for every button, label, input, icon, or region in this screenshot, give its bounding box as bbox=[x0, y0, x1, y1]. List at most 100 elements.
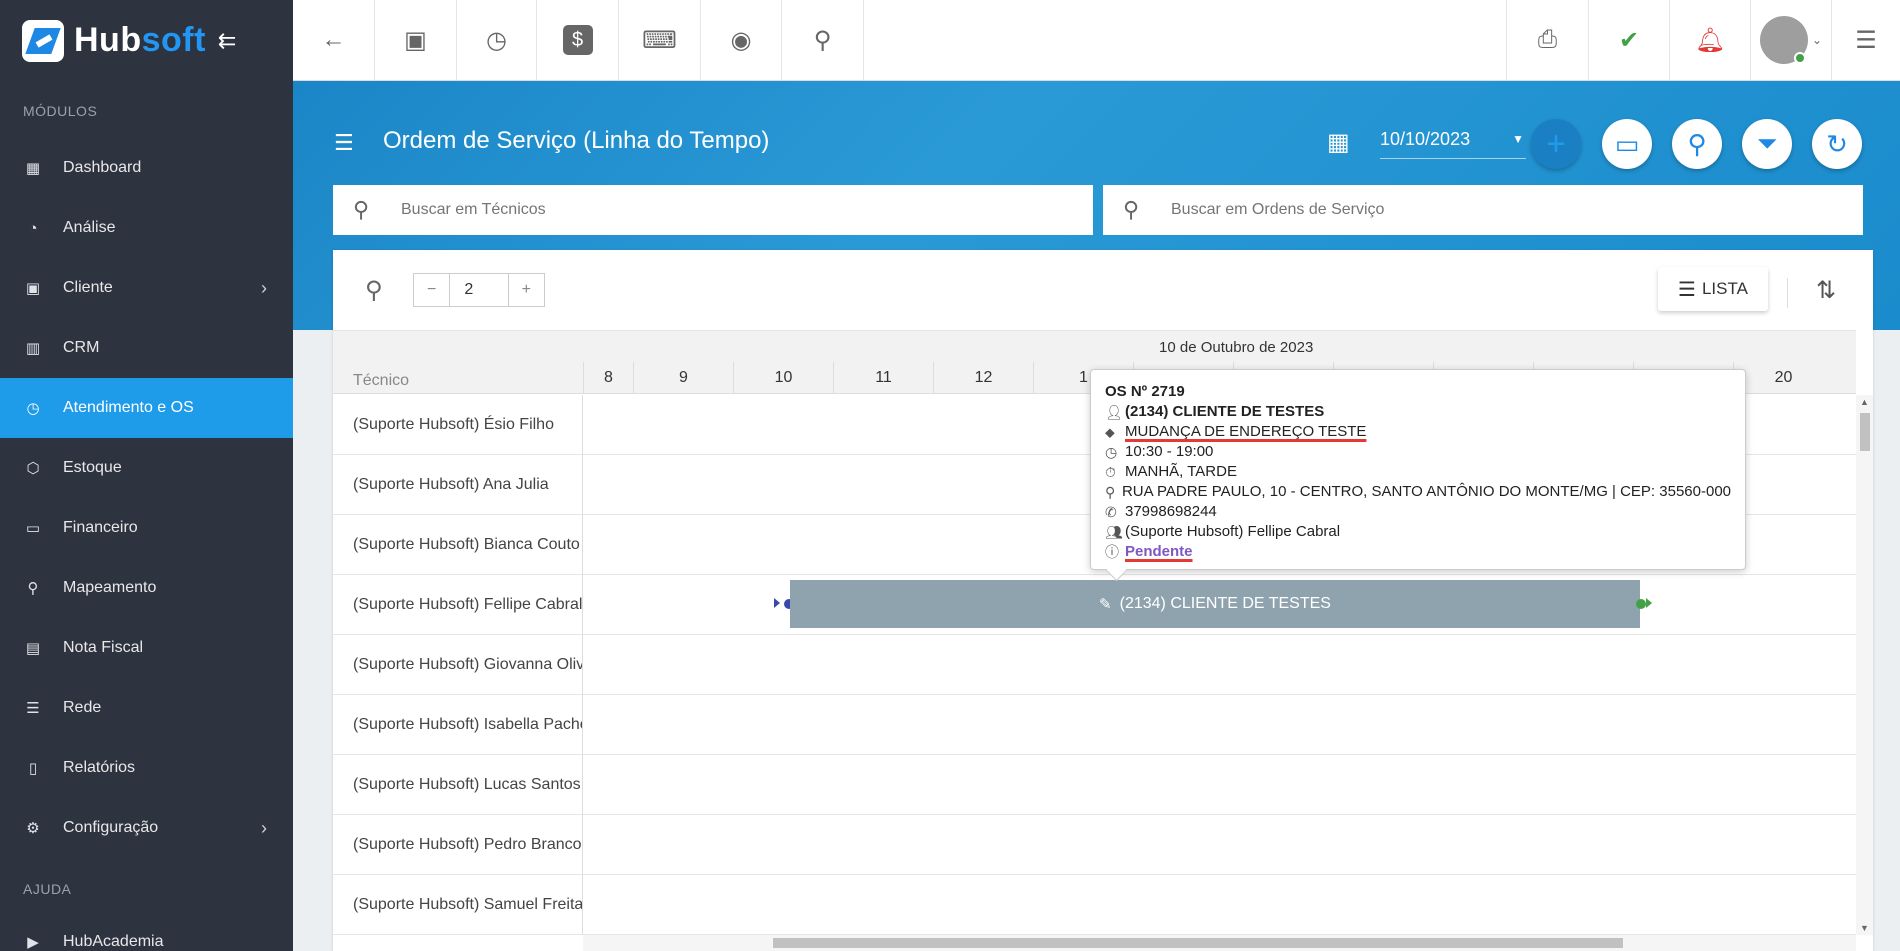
calendar-clock-icon: ◷ bbox=[26, 400, 40, 417]
hour-tick-label: 8 bbox=[583, 362, 633, 394]
back-arrow-icon: ← bbox=[321, 26, 346, 53]
tooltip-phone-line: ✆ 37998698244 bbox=[1105, 502, 1731, 522]
chat-button[interactable]: ✔ bbox=[1588, 0, 1669, 80]
timeline-row[interactable]: (Suporte Hubsoft) Lucas Santos bbox=[333, 755, 1856, 815]
logo[interactable]: Hubsoft ⇇ bbox=[0, 0, 293, 81]
search-fab-button[interactable]: ⚲ bbox=[1672, 119, 1722, 169]
gear-icon: ⚙ bbox=[26, 820, 40, 837]
topbar: ← ▣ ◷ $ ⌨ ◉ ⚲ ⎙ ✔ 🔔︎ ⌄ ☰ bbox=[293, 0, 1900, 81]
timeline-event[interactable]: ✎ (2134) CLIENTE DE TESTES bbox=[790, 580, 1640, 628]
tooltip-status-line: ⓘ Pendente bbox=[1105, 542, 1731, 562]
calendar-icon[interactable]: ▦ bbox=[1327, 128, 1351, 156]
date-picker-field[interactable]: 10/10/2023 ▼ bbox=[1380, 123, 1526, 159]
sidebar-item-label: Financeiro bbox=[63, 519, 138, 536]
clock-icon: ◷ bbox=[1105, 444, 1118, 460]
scroll-down-icon[interactable]: ▼ bbox=[1860, 923, 1869, 933]
sidebar-item-label: Relatórios bbox=[63, 759, 136, 776]
tooltip-os-number: OS Nº 2719 bbox=[1105, 383, 1185, 400]
hubsoft-logo-icon bbox=[22, 19, 64, 62]
sidebar: Hubsoft ⇇ MÓDULOS ▦ Dashboard ◔ Análise … bbox=[0, 0, 293, 951]
tecnico-name: (Suporte Hubsoft) Isabella Pache bbox=[333, 695, 583, 755]
decrement-button[interactable]: − bbox=[414, 274, 449, 306]
horizontal-scrollbar[interactable] bbox=[583, 935, 1856, 951]
date-value: 10/10/2023 bbox=[1380, 129, 1471, 149]
scroll-thumb[interactable] bbox=[773, 938, 1623, 948]
pdf-button[interactable]: ⎙ bbox=[1506, 0, 1588, 80]
notifications-button[interactable]: 🔔︎ bbox=[1669, 0, 1750, 80]
timer-icon: ⏱ bbox=[1105, 464, 1116, 480]
increment-button[interactable]: + bbox=[509, 274, 544, 306]
sidebar-item-mapeamento[interactable]: ⚲ Mapeamento bbox=[0, 558, 293, 618]
sort-menu-icon[interactable]: ☰ bbox=[334, 130, 360, 155]
hour-tick-label: 12 bbox=[933, 362, 1033, 394]
sidebar-item-atendimento-os[interactable]: ◷ Atendimento e OS bbox=[0, 378, 293, 438]
timeline-row[interactable]: (Suporte Hubsoft) Pedro Branco bbox=[333, 815, 1856, 875]
phone-icon: ✆ bbox=[1105, 504, 1117, 520]
sidebar-item-cliente[interactable]: ▣ Cliente › bbox=[0, 258, 293, 318]
add-os-button[interactable]: + bbox=[1531, 119, 1581, 169]
refresh-button[interactable]: ↻ bbox=[1812, 119, 1862, 169]
lista-button[interactable]: ☰ LISTA bbox=[1658, 267, 1768, 311]
event-end-handle[interactable] bbox=[1636, 599, 1646, 609]
back-button[interactable]: ← bbox=[293, 0, 375, 80]
pie-chart-icon: ◔ bbox=[28, 219, 38, 237]
calendar-clock-icon: ◷ bbox=[486, 26, 507, 54]
tecnico-name: (Suporte Hubsoft) Giovanna Olive bbox=[333, 635, 583, 695]
sidebar-item-relatorios[interactable]: ▯ Relatórios bbox=[0, 738, 293, 798]
hour-tick-label: 11 bbox=[833, 362, 933, 394]
online-status-icon bbox=[1793, 52, 1806, 64]
search-tecnicos-input[interactable] bbox=[401, 201, 1009, 219]
timeline-row[interactable]: (Suporte Hubsoft) Giovanna Olive bbox=[333, 635, 1856, 695]
zoom-stepper: − 2 + bbox=[413, 273, 545, 307]
kanban-icon: ▥ bbox=[25, 340, 41, 357]
sort-icon[interactable]: ⇅ bbox=[1816, 276, 1836, 305]
timeline-row[interactable]: (Suporte Hubsoft) Samuel Freita bbox=[333, 875, 1856, 935]
sidebar-item-hubacademia[interactable]: ▶ HubAcademia bbox=[0, 912, 293, 951]
menu-list-button[interactable]: ☰ bbox=[1831, 0, 1900, 80]
collapse-sidebar-icon[interactable]: ⇇ bbox=[218, 28, 236, 54]
network-icon: ☰ bbox=[26, 700, 40, 717]
monitor-button[interactable]: ▭ bbox=[1602, 119, 1652, 169]
scroll-thumb[interactable] bbox=[1860, 413, 1870, 451]
monitor-icon: ▭ bbox=[1614, 128, 1640, 159]
filter-button[interactable]: ⏷ bbox=[1742, 119, 1792, 169]
scroll-up-icon[interactable]: ▲ bbox=[1860, 397, 1869, 407]
sidebar-item-label: HubAcademia bbox=[63, 933, 164, 950]
pencil-icon: ✎ bbox=[1099, 596, 1112, 613]
sidebar-item-estoque[interactable]: ⬡ Estoque bbox=[0, 438, 293, 498]
sidebar-item-crm[interactable]: ▥ CRM bbox=[0, 318, 293, 378]
list-icon: ☰ bbox=[1855, 26, 1877, 54]
clientes-shortcut-button[interactable]: ▣ bbox=[375, 0, 457, 80]
chevron-right-icon: › bbox=[261, 817, 267, 838]
caret-down-icon: ▼ bbox=[1512, 132, 1524, 146]
sidebar-item-nota-fiscal[interactable]: ▤ Nota Fiscal bbox=[0, 618, 293, 678]
vertical-scrollbar[interactable]: ▲ ▼ bbox=[1856, 395, 1873, 935]
search-os-input[interactable] bbox=[1171, 201, 1779, 219]
tecnico-name: (Suporte Hubsoft) Ana Julia bbox=[333, 455, 583, 515]
tooltip-client-line: 👤︎ (2134) CLIENTE DE TESTES bbox=[1105, 402, 1731, 422]
sidebar-item-rede[interactable]: ☰ Rede bbox=[0, 678, 293, 738]
section-label-help: AJUDA bbox=[23, 881, 72, 897]
eye-icon: ◉ bbox=[730, 26, 752, 54]
tooltip-tecnico: (Suporte Hubsoft) Fellipe Cabral bbox=[1125, 523, 1341, 540]
zoom-value[interactable]: 2 bbox=[449, 274, 509, 306]
user-menu-button[interactable]: ⌄ bbox=[1750, 0, 1831, 80]
sidebar-item-configuracao[interactable]: ⚙ Configuração › bbox=[0, 798, 293, 858]
tooltip-tecnico-line: 👥︎ (Suporte Hubsoft) Fellipe Cabral bbox=[1105, 522, 1731, 542]
sidebar-item-label: Cliente bbox=[63, 279, 113, 296]
terminal-shortcut-button[interactable]: ⌨ bbox=[619, 0, 701, 80]
hour-tick-label: 10 bbox=[733, 362, 833, 394]
contact-card-icon: ▣ bbox=[404, 26, 427, 54]
search-icon: ⚲ bbox=[1123, 197, 1140, 222]
play-icon: ▶ bbox=[27, 934, 39, 951]
sidebar-item-dashboard[interactable]: ▦ Dashboard bbox=[0, 138, 293, 198]
sidebar-item-analise[interactable]: ◔ Análise bbox=[0, 198, 293, 258]
timeline-row[interactable]: (Suporte Hubsoft) Isabella Pache bbox=[333, 695, 1856, 755]
event-end-marker bbox=[1646, 598, 1652, 608]
agenda-shortcut-button[interactable]: ◷ bbox=[457, 0, 537, 80]
search-shortcut-button[interactable]: ⚲ bbox=[782, 0, 864, 80]
sidebar-item-financeiro[interactable]: ▭ Financeiro bbox=[0, 498, 293, 558]
financeiro-shortcut-button[interactable]: $ bbox=[537, 0, 619, 80]
view-shortcut-button[interactable]: ◉ bbox=[701, 0, 782, 80]
dollar-icon: $ bbox=[562, 25, 593, 55]
